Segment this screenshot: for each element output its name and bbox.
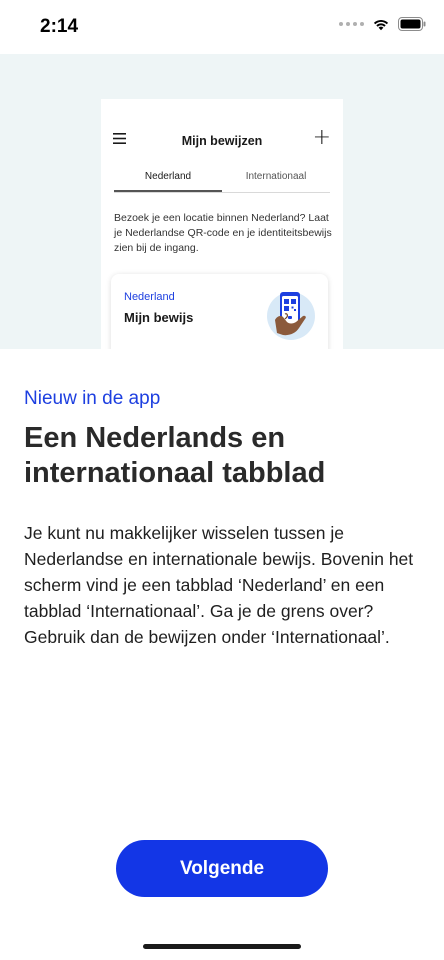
preview-intro-text: Bezoek je een locatie binnen Nederland? … [114, 212, 332, 254]
preview-header: Mijn bewijzen + [101, 99, 343, 150]
preview-title: Mijn bewijzen [181, 134, 263, 148]
preview-card-label: Nederland [124, 291, 175, 303]
description-text: Je kunt nu makkelijker wisselen tussen j… [24, 523, 414, 647]
eyebrow-label: Nieuw in de app [24, 388, 161, 409]
hand-holding-phone-qr-icon [267, 292, 315, 340]
preview-certificate-card: Nederland Mijn bewijs [111, 274, 328, 349]
feature-preview-hero: Mijn bewijzen + Nederland Internationaal… [0, 54, 444, 349]
status-bar: 2:14 [0, 0, 444, 54]
plus-icon: + [312, 125, 331, 150]
preview-card-title: Mijn bewijs [124, 310, 194, 325]
preview-tab-internationaal: Internationaal [245, 171, 307, 182]
battery-icon [398, 17, 426, 31]
wifi-icon [373, 19, 389, 31]
status-icons [339, 17, 426, 31]
preview-tab-nederland: Nederland [114, 165, 222, 192]
app-screen-preview: Mijn bewijzen + Nederland Internationaal… [101, 99, 343, 349]
signal-dots-icon [339, 22, 364, 26]
preview-tabs: Nederland Internationaal [114, 165, 330, 193]
status-time: 2:14 [40, 16, 79, 37]
next-button[interactable]: Volgende [116, 840, 328, 897]
home-indicator[interactable] [143, 944, 301, 949]
page-title: Een Nederlands en internationaal tabblad [24, 422, 326, 489]
